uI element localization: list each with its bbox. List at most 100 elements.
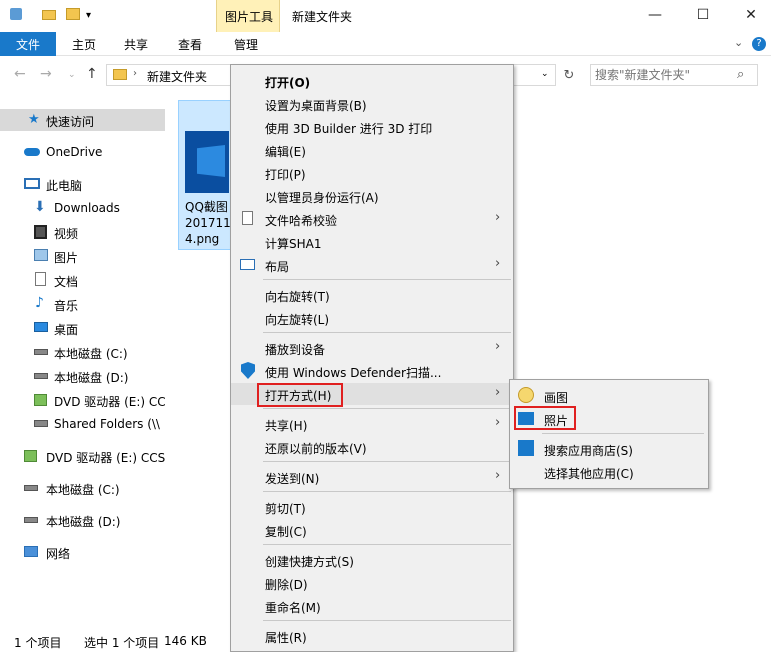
- shield-icon: [241, 362, 255, 379]
- music-icon: ♪: [35, 295, 44, 311]
- network-drive-icon: [34, 420, 48, 427]
- drive-icon: [34, 349, 48, 355]
- sidebar-item-shared-folders[interactable]: Shared Folders (\\: [0, 413, 165, 435]
- app-icon[interactable]: [10, 8, 22, 20]
- tab-view[interactable]: 查看: [178, 36, 202, 53]
- menu-item-edit[interactable]: 编辑(E): [231, 139, 513, 161]
- sidebar-item-pictures[interactable]: 图片: [0, 245, 165, 267]
- sidebar-item-onedrive[interactable]: OneDrive: [0, 141, 165, 163]
- menu-item-share[interactable]: 共享(H) ›: [231, 413, 513, 435]
- image-thumbnail: [185, 131, 229, 193]
- back-button[interactable]: ←: [14, 66, 26, 82]
- cloud-icon: [24, 148, 40, 156]
- address-dropdown-icon[interactable]: ⌄: [541, 69, 549, 79]
- menu-item-layout[interactable]: 布局 ›: [231, 254, 513, 276]
- windows-logo-icon: [197, 145, 225, 177]
- forward-button[interactable]: →: [40, 66, 52, 82]
- breadcrumb-current-folder[interactable]: 新建文件夹: [147, 68, 207, 85]
- menu-separator: [263, 408, 511, 409]
- highlight-box-photos: [514, 406, 576, 430]
- tab-file[interactable]: 文件: [0, 32, 56, 56]
- selected-count: 选中 1 个项目: [84, 636, 160, 650]
- drive-icon: [24, 485, 38, 491]
- tab-home[interactable]: 主页: [72, 36, 96, 53]
- menu-item-file-hash[interactable]: 文件哈希校验 ›: [231, 208, 513, 230]
- sidebar-item-local-disk-d-root[interactable]: 本地磁盘 (D:): [0, 509, 165, 531]
- customize-quick-access-icon[interactable]: ▾: [86, 10, 91, 21]
- expand-ribbon-icon[interactable]: ⌄: [734, 36, 743, 49]
- search-box[interactable]: ⌕: [590, 64, 758, 86]
- video-icon: [34, 225, 47, 239]
- menu-item-defender-scan[interactable]: 使用 Windows Defender扫描...: [231, 360, 513, 382]
- menu-item-cut[interactable]: 剪切(T): [231, 496, 513, 518]
- picture-icon: [34, 249, 48, 261]
- menu-item-3d-print[interactable]: 使用 3D Builder 进行 3D 打印: [231, 116, 513, 138]
- chevron-right-icon[interactable]: ›: [133, 68, 137, 79]
- submenu-item-paint[interactable]: 画图: [510, 385, 708, 407]
- sidebar-item-downloads[interactable]: ⬇ Downloads: [0, 197, 165, 219]
- highlight-box-open-with: [257, 383, 343, 407]
- menu-separator: [263, 279, 511, 280]
- menu-separator: [263, 544, 511, 545]
- search-input[interactable]: [595, 67, 733, 83]
- context-menu: 打开(O) 设置为桌面背景(B) 使用 3D Builder 进行 3D 打印 …: [230, 64, 514, 652]
- close-button[interactable]: ✕: [736, 4, 766, 26]
- menu-item-rotate-right[interactable]: 向右旋转(T): [231, 284, 513, 306]
- menu-item-send-to[interactable]: 发送到(N) ›: [231, 466, 513, 488]
- sidebar-item-network[interactable]: 网络: [0, 541, 165, 563]
- picture-tools-context-tab[interactable]: 图片工具: [216, 0, 280, 32]
- menu-item-rotate-left[interactable]: 向左旋转(L): [231, 307, 513, 329]
- layout-icon: [240, 259, 255, 270]
- menu-item-calc-sha1[interactable]: 计算SHA1: [231, 231, 513, 253]
- menu-item-rename[interactable]: 重命名(M): [231, 595, 513, 617]
- menu-separator: [263, 332, 511, 333]
- new-folder-quick-icon[interactable]: [66, 8, 80, 20]
- submenu-item-choose-other[interactable]: 选择其他应用(C): [510, 461, 708, 483]
- menu-item-delete[interactable]: 删除(D): [231, 572, 513, 594]
- menu-separator: [263, 461, 511, 462]
- menu-item-run-as-admin[interactable]: 以管理员身份运行(A): [231, 185, 513, 207]
- tab-manage[interactable]: 管理: [234, 36, 258, 53]
- help-icon[interactable]: ?: [752, 37, 766, 51]
- search-icon[interactable]: ⌕: [737, 67, 744, 82]
- selected-size: 146 KB: [164, 634, 207, 648]
- recent-locations-icon[interactable]: ⌄: [68, 70, 76, 80]
- sidebar-item-local-disk-c[interactable]: 本地磁盘 (C:): [0, 341, 165, 363]
- up-button[interactable]: ↑: [86, 66, 98, 82]
- open-with-submenu: 画图 照片 搜索应用商店(S) 选择其他应用(C): [509, 379, 709, 489]
- sidebar-item-local-disk-d[interactable]: 本地磁盘 (D:): [0, 365, 165, 387]
- item-count: 1 个项目: [14, 636, 62, 650]
- sidebar-item-dvd-e[interactable]: DVD 驱动器 (E:) CC: [0, 389, 165, 411]
- menu-item-copy[interactable]: 复制(C): [231, 519, 513, 541]
- sidebar-item-desktop[interactable]: 桌面: [0, 317, 165, 339]
- sidebar-item-quick-access[interactable]: ★ 快速访问: [0, 109, 165, 131]
- maximize-button[interactable]: ☐: [688, 4, 718, 26]
- title-bar: ▾ 图片工具 新建文件夹 — ☐ ✕: [0, 0, 771, 32]
- menu-item-cast-to-device[interactable]: 播放到设备 ›: [231, 337, 513, 359]
- menu-separator: [263, 491, 511, 492]
- tab-share[interactable]: 共享: [124, 36, 148, 53]
- paint-icon: [518, 387, 534, 403]
- menu-item-create-shortcut[interactable]: 创建快捷方式(S): [231, 549, 513, 571]
- sidebar-item-dvd-e-root[interactable]: DVD 驱动器 (E:) CCS: [0, 445, 165, 467]
- sidebar-item-documents[interactable]: 文档: [0, 269, 165, 291]
- chevron-right-icon: ›: [495, 468, 501, 483]
- minimize-button[interactable]: —: [640, 4, 670, 26]
- menu-item-properties[interactable]: 属性(R): [231, 625, 513, 647]
- sidebar-item-local-disk-c-root[interactable]: 本地磁盘 (C:): [0, 477, 165, 499]
- download-icon: ⬇: [34, 199, 46, 215]
- menu-item-restore-versions[interactable]: 还原以前的版本(V): [231, 436, 513, 458]
- menu-item-open[interactable]: 打开(O): [231, 70, 513, 92]
- dvd-icon: [24, 450, 37, 462]
- dvd-icon: [34, 394, 47, 406]
- refresh-button[interactable]: ↻: [558, 68, 580, 88]
- menu-item-print[interactable]: 打印(P): [231, 162, 513, 184]
- menu-item-set-desktop-background[interactable]: 设置为桌面背景(B): [231, 93, 513, 115]
- sidebar-item-videos[interactable]: 视频: [0, 221, 165, 243]
- properties-quick-icon[interactable]: [42, 10, 56, 20]
- file-item-selected[interactable]: QQ截图 201711 4.png: [178, 100, 232, 250]
- document-icon: [35, 272, 46, 286]
- submenu-item-search-store[interactable]: 搜索应用商店(S): [510, 438, 708, 460]
- sidebar-item-music[interactable]: ♪ 音乐: [0, 293, 165, 315]
- sidebar-item-this-pc[interactable]: 此电脑: [0, 173, 165, 195]
